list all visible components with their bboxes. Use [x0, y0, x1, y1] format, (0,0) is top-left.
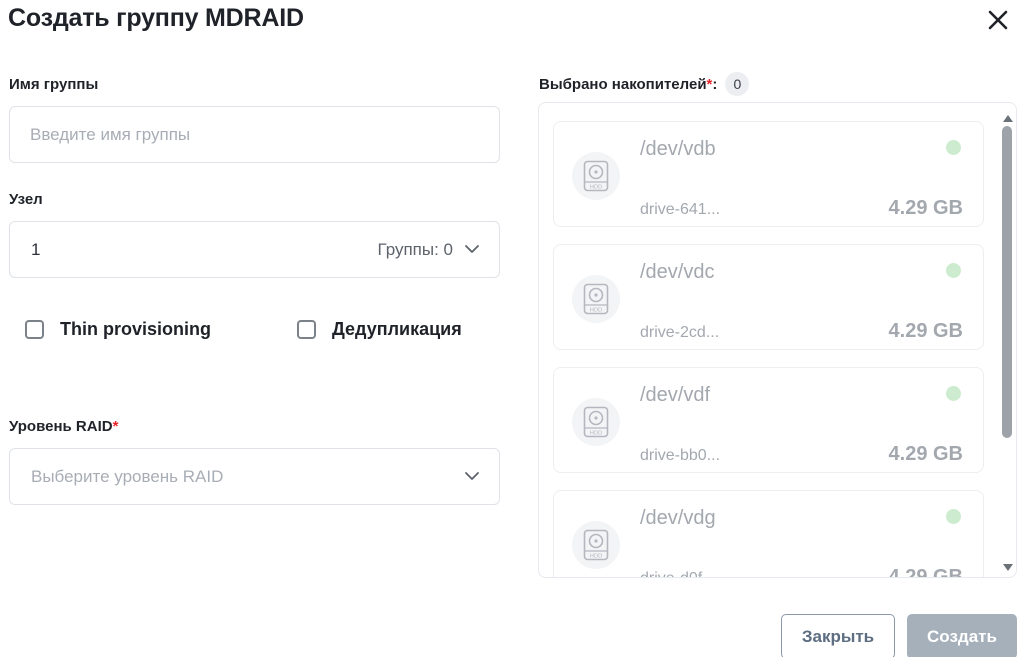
- svg-text:HDD: HDD: [590, 431, 603, 437]
- raid-level-placeholder: Выберите уровень RAID: [31, 467, 224, 486]
- hdd-icon: HDD: [572, 152, 620, 200]
- group-name-field[interactable]: [9, 106, 500, 163]
- drive-list-scrollbar[interactable]: [999, 104, 1017, 576]
- selected-count-badge: 0: [725, 72, 750, 96]
- drive-size: 4.29 GB: [888, 443, 963, 465]
- drive-name: /dev/vdg: [640, 507, 716, 529]
- drive-card[interactable]: HDD /dev/vdg drive-d0f... 4.29 GB: [553, 490, 984, 578]
- chevron-down-icon: [463, 240, 481, 258]
- node-select[interactable]: 1 Группы: 0: [9, 221, 500, 278]
- drive-id: drive-d0f...: [640, 570, 716, 577]
- thin-provisioning-label: Thin provisioning: [60, 319, 211, 339]
- drive-name: /dev/vdf: [640, 384, 711, 406]
- selected-drives-colon: :: [712, 75, 718, 93]
- drive-status-dot: [946, 263, 961, 278]
- hdd-icon: HDD: [572, 398, 620, 446]
- drive-list-panel[interactable]: HDD /dev/vdb drive-641... 4.29 GB HDD /d…: [538, 102, 1017, 578]
- drive-id: drive-2cd...: [640, 324, 720, 341]
- thin-provisioning-checkbox[interactable]: Thin provisioning: [25, 319, 211, 340]
- svg-text:HDD: HDD: [590, 308, 603, 314]
- scroll-down-arrow-icon[interactable]: [1002, 560, 1014, 571]
- chevron-down-icon: [463, 467, 481, 485]
- drive-size: 4.29 GB: [888, 566, 963, 578]
- selected-drives-label: Выбрано накопителей*:: [539, 76, 717, 93]
- close-button[interactable]: Закрыть: [781, 614, 895, 657]
- raid-level-label-text: Уровень RAID: [9, 418, 113, 435]
- scrollbar-thumb[interactable]: [1002, 126, 1012, 438]
- drive-id: drive-641...: [640, 201, 721, 218]
- drive-size: 4.29 GB: [888, 320, 963, 342]
- svg-text:HDD: HDD: [590, 554, 603, 560]
- drive-card[interactable]: HDD /dev/vdb drive-641... 4.29 GB: [553, 121, 984, 227]
- group-name-label: Имя группы: [9, 76, 99, 93]
- drive-size: 4.29 GB: [888, 197, 963, 219]
- node-label: Узел: [9, 191, 43, 208]
- deduplication-label: Дедупликация: [332, 319, 462, 339]
- drive-card[interactable]: HDD /dev/vdc drive-2cd... 4.29 GB: [553, 244, 984, 350]
- required-mark: *: [112, 418, 119, 435]
- close-icon[interactable]: [985, 7, 1011, 33]
- thin-provisioning-box[interactable]: [25, 320, 44, 339]
- selected-drives-label-text: Выбрано накопителей: [539, 75, 707, 93]
- raid-level-label: Уровень RAID*: [9, 418, 118, 435]
- scroll-up-arrow-icon[interactable]: [1002, 110, 1014, 122]
- drive-status-dot: [946, 140, 961, 155]
- node-value: 1: [31, 240, 41, 259]
- create-button[interactable]: Создать: [907, 614, 1017, 657]
- hdd-icon: HDD: [572, 275, 620, 323]
- group-name-input[interactable]: [10, 107, 499, 162]
- selected-drives-header: Выбрано накопителей*: 0: [539, 72, 750, 96]
- deduplication-box[interactable]: [297, 320, 316, 339]
- drive-name: /dev/vdb: [640, 138, 716, 160]
- drive-status-dot: [946, 509, 961, 524]
- drive-id: drive-bb0...: [640, 447, 721, 464]
- node-groups-count: Группы: 0: [377, 240, 453, 259]
- drive-status-dot: [946, 386, 961, 401]
- drive-card[interactable]: HDD /dev/vdf drive-bb0... 4.29 GB: [553, 367, 984, 473]
- hdd-icon: HDD: [572, 521, 620, 569]
- svg-text:HDD: HDD: [590, 185, 603, 191]
- drive-list: HDD /dev/vdb drive-641... 4.29 GB HDD /d…: [553, 121, 984, 578]
- deduplication-checkbox[interactable]: Дедупликация: [297, 319, 462, 340]
- dialog-title: Создать группу MDRAID: [8, 4, 304, 32]
- raid-level-select[interactable]: Выберите уровень RAID: [9, 448, 500, 505]
- drive-name: /dev/vdc: [640, 261, 715, 283]
